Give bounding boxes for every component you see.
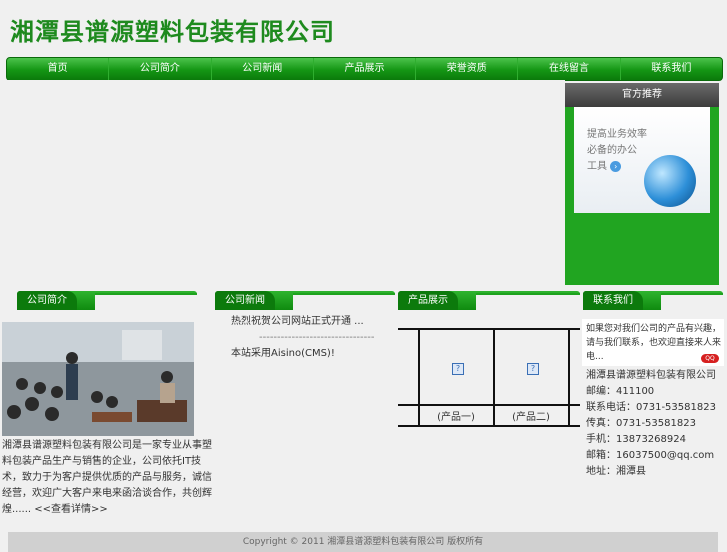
nav-honors[interactable]: 荣誉资质 [416,58,519,80]
section-title-contact: 联系我们 [583,291,643,310]
section-title-news: 公司新闻 [215,291,275,310]
main-nav: 首页 公司简介 公司新闻 产品展示 荣誉资质 在线留言 联系我们 [6,57,723,81]
banner-area [0,80,565,285]
nav-news[interactable]: 公司新闻 [212,58,314,80]
globe-icon [644,155,696,207]
nav-contact[interactable]: 联系我们 [621,58,722,80]
ad-line: 工具 › [587,159,647,175]
office-tool-ad[interactable]: 提高业务效率 必备的办公 工具 › [574,107,710,213]
section-header-line [661,293,723,310]
arrow-right-icon: › [610,160,622,172]
contact-info: 湘潭县谱源塑料包装有限公司 邮编：411100 联系电话：0731-535818… [586,368,716,480]
broken-image-icon[interactable]: ? [452,363,464,375]
news-item[interactable]: 本站采用Aisino(CMS)! [231,346,391,362]
table-divider [568,330,570,425]
ad-line-text: 工具 [587,161,607,172]
ad-text: 提高业务效率 必备的办公 工具 › [587,127,647,175]
company-logo-title: 湘潭县谱源塑料包装有限公司 [10,18,335,46]
section-title-intro: 公司简介 [17,291,77,310]
contact-phone: 联系电话：0731-53581823 [586,402,716,413]
news-list: 热烈祝贺公司网站正式开通 ... -----------------------… [231,314,391,362]
section-title-products: 产品展示 [398,291,458,310]
contact-address: 地址：湘潭县 [586,466,646,477]
ad-line: 必备的办公 [587,145,637,156]
contact-mobile: 手机：13873268924 [586,434,686,445]
nav-guestbook[interactable]: 在线留言 [518,58,621,80]
contact-email[interactable]: 邮箱：16037500@qq.com [586,448,716,464]
contact-invite-box: 如果您对我们公司的产品有兴趣，请与我们联系，也欢迎直接来人来电... QQ [582,319,724,366]
news-divider: -------------------------------- [259,332,375,343]
nav-about[interactable]: 公司简介 [109,58,212,80]
qq-chat-icon[interactable]: QQ [701,354,719,363]
section-header-contact: 联系我们 [583,291,723,310]
product-caption[interactable]: (产品一) [419,408,493,423]
intro-more-link[interactable]: ...... <<查看详情>> [12,504,108,515]
contact-postcode: 邮编：411100 [586,386,655,397]
broken-image-icon[interactable]: ? [527,363,539,375]
product-caption[interactable]: (产品二) [494,408,568,423]
ad-line: 提高业务效率 [587,129,647,140]
contact-fax: 传真：0731-53581823 [586,418,696,429]
table-divider [398,404,580,406]
news-item[interactable]: 热烈祝贺公司网站正式开通 ... [231,314,391,330]
side-promo-title: 官方推荐 [565,83,719,107]
contact-company: 湘潭县谱源塑料包装有限公司 [586,370,716,381]
section-header-news: 公司新闻 [215,291,395,310]
side-promo-box: 官方推荐 提高业务效率 必备的办公 工具 › [565,83,719,285]
section-header-line [95,293,197,310]
company-intro-text: 湘潭县谱源塑料包装有限公司是一家专业从事塑料包装产品生产与销售的企业，公司依托I… [2,438,212,518]
footer-copyright: Copyright © 2011 湘潭县谱源塑料包装有限公司 版权所有 [8,532,718,552]
section-header-intro: 公司简介 [17,291,197,310]
nav-home[interactable]: 首页 [7,58,110,80]
meeting-room-image [2,322,194,436]
nav-products[interactable]: 产品展示 [314,58,417,80]
section-header-line [476,293,580,310]
section-header-line [293,293,395,310]
product-table: ? ? (产品一) (产品二) [398,328,580,427]
company-photo[interactable] [2,322,194,436]
section-header-products: 产品展示 [398,291,580,310]
